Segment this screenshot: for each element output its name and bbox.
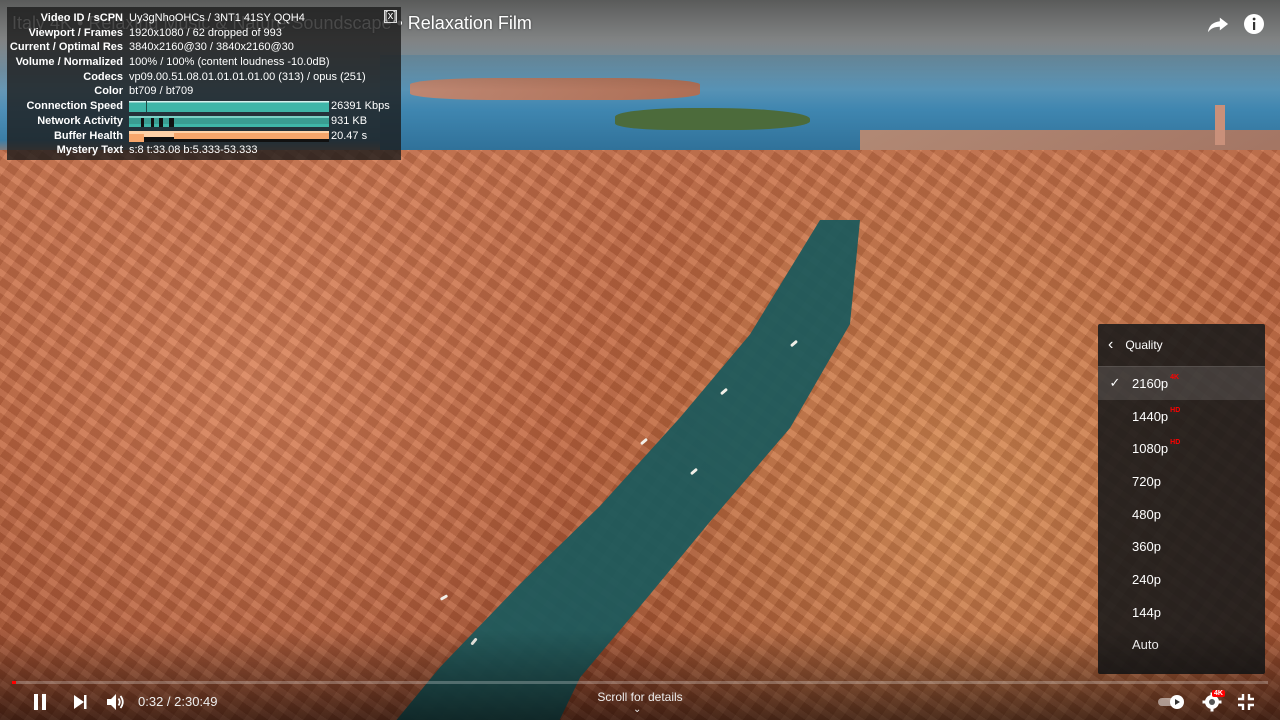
settings-quality-badge: 4K xyxy=(1212,690,1225,697)
autoplay-toggle-icon xyxy=(1158,695,1184,709)
share-button[interactable] xyxy=(1206,12,1230,36)
quality-option-label: 360p xyxy=(1132,539,1161,555)
stat-value: s:8 t:33.08 b:5.333-53.333 xyxy=(129,144,258,157)
network-activity-value: 931 KB xyxy=(331,114,368,127)
stat-label: Video ID / sCPN xyxy=(40,12,123,24)
buffer-health-graph xyxy=(129,130,329,142)
next-icon xyxy=(74,695,87,709)
stats-close-button[interactable]: [x] xyxy=(384,10,397,23)
stat-value: 100% / 100% (content loudness -10.0dB) xyxy=(129,56,330,69)
info-button[interactable] xyxy=(1242,12,1266,36)
stat-row-video-id: Video ID / sCPN Uy3gNhoOHCs / 3NT1 41SY … xyxy=(7,11,401,26)
quality-option[interactable]: 720p xyxy=(1098,465,1265,498)
quality-badge: HD xyxy=(1170,439,1181,447)
quality-option[interactable]: ✓ 2160p 4K xyxy=(1098,367,1265,400)
quality-menu-back[interactable]: ‹ Quality xyxy=(1098,324,1265,367)
share-icon xyxy=(1207,17,1229,33)
checkmark-icon: ✓ xyxy=(1109,375,1121,391)
stat-row-codecs: Codecs vp09.00.51.08.01.01.01.01.00 (313… xyxy=(7,70,401,85)
stat-label: Buffer Health xyxy=(53,129,123,142)
connection-speed-graph xyxy=(129,101,329,113)
quality-badge: 4K xyxy=(1170,373,1180,381)
buffer-health-value: 20.47 s xyxy=(331,129,368,142)
stats-for-nerds-panel: [x] Video ID / sCPN Uy3gNhoOHCs / 3NT1 4… xyxy=(7,7,401,160)
mute-button[interactable] xyxy=(104,688,128,716)
quality-option-label: 1440p xyxy=(1132,408,1169,424)
quality-option[interactable]: 360p xyxy=(1098,530,1265,563)
bell-tower xyxy=(1215,105,1225,145)
connection-speed-value: 26391 Kbps xyxy=(331,100,390,113)
stat-label: Volume / Normalized xyxy=(15,56,123,69)
stat-row-connection-speed: Connection Speed 26391 Kbps xyxy=(7,99,401,114)
stat-row-viewport: Viewport / Frames 1920x1080 / 62 dropped… xyxy=(7,26,401,41)
quality-option-label: 480p xyxy=(1132,506,1161,522)
stat-label: Color xyxy=(94,85,123,98)
stat-value-wrapper: 26391 Kbps xyxy=(129,99,401,114)
time-display: 0:32 / 2:30:49 xyxy=(138,694,218,709)
stat-value-wrapper: 931 KB xyxy=(129,114,401,129)
quality-menu-title: Quality xyxy=(1125,338,1163,352)
stat-label: Mystery Text xyxy=(56,144,123,157)
stat-row-network-activity: Network Activity 931 KB xyxy=(7,114,401,129)
autoplay-toggle[interactable] xyxy=(1157,688,1187,716)
stat-row-resolution: Current / Optimal Res 3840x2160@30 / 384… xyxy=(7,40,401,55)
quality-option[interactable]: 240p xyxy=(1098,563,1265,596)
exit-fullscreen-icon xyxy=(1238,694,1254,710)
quality-option-label: 1080p xyxy=(1132,441,1169,457)
quality-option-label: 2160p xyxy=(1132,375,1169,391)
stat-row-color: Color bt709 / bt709 xyxy=(7,84,401,99)
progress-played xyxy=(12,681,17,684)
chevron-left-icon: ‹ xyxy=(1108,336,1114,353)
quality-option[interactable]: 480p xyxy=(1098,498,1265,531)
stat-row-mystery-text: Mystery Text s:8 t:33.08 b:5.333-53.333 xyxy=(7,143,401,158)
stat-row-buffer-health: Buffer Health 20.47 s xyxy=(7,129,401,144)
quality-option[interactable]: 1440p HD xyxy=(1098,400,1265,433)
stat-value: vp09.00.51.08.01.01.01.01.00 (313) / opu… xyxy=(129,70,366,83)
next-button[interactable] xyxy=(68,688,92,716)
stat-row-volume: Volume / Normalized 100% / 100% (content… xyxy=(7,55,401,70)
stat-value-wrapper: 20.47 s xyxy=(129,129,401,144)
quality-option[interactable]: 1080p HD xyxy=(1098,432,1265,465)
progress-bar[interactable] xyxy=(12,681,1268,684)
settings-button[interactable]: 4K xyxy=(1198,688,1226,716)
quality-options: ✓ 2160p 4K 1440p HD 1080p HD 720p 480p 360p 240p 14… xyxy=(1098,367,1265,661)
pause-icon xyxy=(34,694,46,710)
stat-value: 1920x1080 / 62 dropped of 993 xyxy=(129,26,282,39)
quality-menu: ‹ Quality ✓ 2160p 4K 1440p HD 1080p HD 720p 480p… xyxy=(1098,324,1265,674)
quality-option[interactable]: 144p xyxy=(1098,596,1265,629)
stat-label: Viewport / Frames xyxy=(28,26,123,39)
green-island xyxy=(615,108,810,130)
stat-value: 3840x2160@30 / 3840x2160@30 xyxy=(129,41,294,54)
network-activity-graph xyxy=(129,115,329,127)
quality-option-label: 720p xyxy=(1132,473,1161,489)
info-icon xyxy=(1244,14,1264,34)
stat-label: Current / Optimal Res xyxy=(9,41,123,54)
stat-value: Uy3gNhoOHCs / 3NT1 41SY QQH4 xyxy=(129,12,305,24)
quality-option-label: 240p xyxy=(1132,571,1161,587)
quality-badge: HD xyxy=(1170,406,1181,414)
stat-label: Codecs xyxy=(83,70,123,83)
stat-label: Network Activity xyxy=(37,114,123,127)
scroll-for-details[interactable]: Scroll for details xyxy=(580,690,700,704)
volume-icon xyxy=(107,694,124,710)
exit-fullscreen-button[interactable] xyxy=(1234,688,1258,716)
chevron-down-icon: ⌄ xyxy=(633,704,642,715)
quality-option-label: 144p xyxy=(1132,604,1161,620)
pause-button[interactable] xyxy=(28,688,52,716)
stat-value: bt709 / bt709 xyxy=(129,85,194,98)
stat-label: Connection Speed xyxy=(26,100,123,113)
